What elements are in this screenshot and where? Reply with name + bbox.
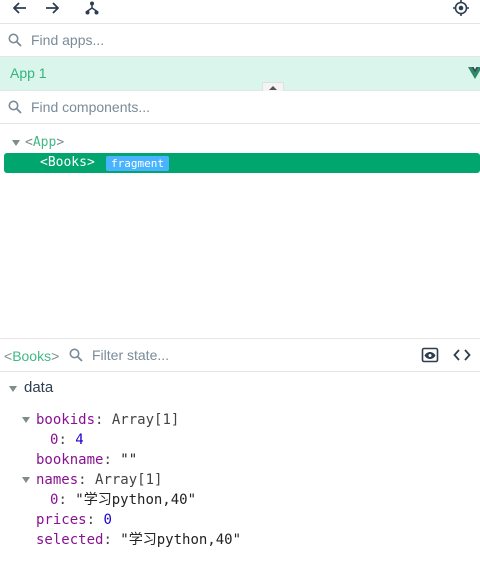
selected-component-name: <Books> <box>4 348 60 364</box>
prop-bookname[interactable]: bookname: "" <box>36 450 137 470</box>
fragment-badge: fragment <box>106 156 169 171</box>
app-search-bar: Find apps... <box>0 24 480 57</box>
prop-names-item: 0: "学习python,40" <box>50 492 197 508</box>
app-select-row[interactable]: App 1 <box>0 57 480 91</box>
tree-node-label: App <box>32 135 57 150</box>
arrow-left-icon[interactable] <box>9 0 31 16</box>
caret-down-icon[interactable] <box>9 385 17 393</box>
inspect-dom-icon[interactable] <box>421 347 439 363</box>
arrow-right-icon[interactable] <box>41 0 63 16</box>
vue-logo-icon <box>468 65 480 79</box>
chevron-up-icon <box>269 85 277 90</box>
search-icon <box>8 33 22 47</box>
top-toolbar <box>0 0 480 24</box>
prop-names[interactable]: names: Array[1] <box>36 470 162 490</box>
caret-down-icon[interactable] <box>22 476 30 484</box>
state-filter-input[interactable]: Filter state... <box>92 347 169 363</box>
search-icon <box>69 348 83 362</box>
prop-selected[interactable]: selected: "学习python,40" <box>36 530 241 550</box>
git-branch-icon[interactable] <box>81 0 103 16</box>
tree-node-label-selected: <Books> <box>40 155 95 170</box>
caret-down-icon <box>12 140 20 146</box>
component-search-bar: Find components... <box>0 91 480 124</box>
prop-bookids-item: 0: 4 <box>50 432 84 448</box>
search-icon <box>8 100 22 114</box>
state-header: <Books> Filter state... <box>0 338 480 372</box>
collapse-handle[interactable] <box>262 82 284 91</box>
app-name: App 1 <box>10 65 47 81</box>
component-search-input[interactable]: Find components... <box>31 99 150 115</box>
prop-prices[interactable]: prices: 0 <box>36 510 112 530</box>
code-icon[interactable] <box>453 347 471 363</box>
data-section-title: data <box>24 379 54 396</box>
app-search-input[interactable]: Find apps... <box>31 32 104 48</box>
caret-down-icon[interactable] <box>22 416 30 424</box>
crosshair-icon[interactable] <box>450 0 472 16</box>
prop-bookids[interactable]: bookids: Array[1] <box>36 410 179 430</box>
tree-node-app[interactable]: <App> <box>0 133 480 153</box>
